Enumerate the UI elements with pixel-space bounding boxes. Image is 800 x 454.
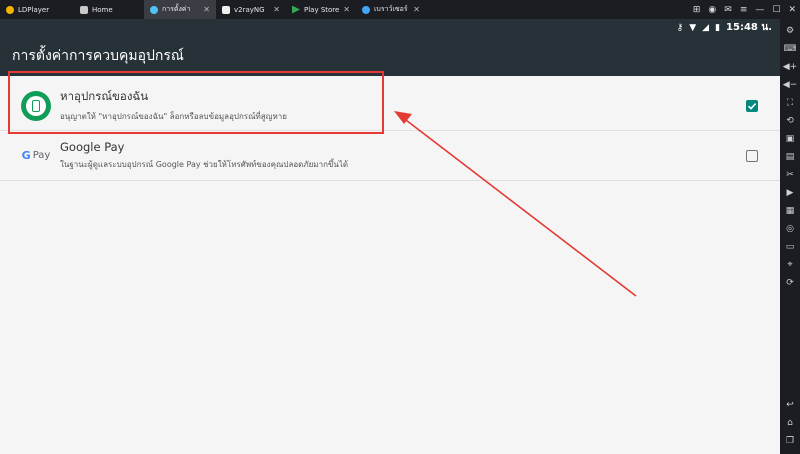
tab-label: เบราว์เซอร์ [374,5,408,13]
volume-up-icon[interactable]: ◀+ [780,58,800,76]
find-my-device-checkbox[interactable] [746,99,758,112]
window-controls: ⊞ ◉ ✉ ≡ — ☐ ✕ [693,0,796,19]
settings-icon[interactable]: ⚙ [780,22,800,40]
tab-label: v2rayNG [234,5,265,14]
rotate-icon[interactable]: ⟳ [780,274,800,292]
list-item-subtitle: อนุญาตให้ "หาอุปกรณ์ของฉัน" ล็อกหรือลบข้… [60,112,287,121]
android-status-bar: ⚷ ▼ ◢ ▮ 15:48 น. [0,19,780,36]
folder-icon[interactable]: ▭ [780,238,800,256]
list-item-title: Google Pay [60,140,125,154]
browser-globe-icon [362,5,370,14]
close-tab-icon[interactable]: ✕ [413,5,420,14]
pay-logo-text: Pay [32,150,51,161]
account-icon[interactable]: ◉ [708,5,716,15]
gamepad-icon[interactable]: ⊞ [693,5,701,15]
tab-bar: LDPlayer Home การตั้งค่า ✕ v2rayNG ✕ Pla… [0,0,800,19]
home-nav-icon[interactable]: ⌂ [780,414,800,432]
app-toolbar: การตั้งค่าการควบคุมอุปกรณ์ [0,36,780,76]
clock: 15:48 น. [726,22,772,33]
maximize-icon[interactable]: ☐ [772,5,780,15]
record-icon[interactable]: ▤ [780,148,800,166]
tab-play-store[interactable]: Play Store ✕ [286,0,356,19]
screenshot-icon[interactable]: ▦ [780,202,800,220]
vpn-key-icon: ⚷ [676,22,684,33]
find-my-device-icon [20,90,52,122]
tab-ldplayer[interactable]: LDPlayer [0,0,74,19]
sync-icon[interactable]: ⟲ [780,112,800,130]
ldplayer-logo-icon [6,5,14,14]
nav-buttons: ↩ ⌂ ❐ [780,396,800,450]
tab-browser[interactable]: เบราว์เซอร์ ✕ [356,0,426,19]
check-icon [747,102,757,110]
google-g-icon: G [21,149,31,162]
close-tab-icon[interactable]: ✕ [273,5,280,14]
video-icon[interactable]: ▶ [780,184,800,202]
battery-icon: ▮ [715,22,721,33]
apk-install-icon[interactable]: ▣ [780,130,800,148]
list-item-subtitle: ในฐานะผู้ดูแลระบบอุปกรณ์ Google Pay ช่วย… [60,160,349,169]
list-item-find-my-device[interactable]: หาอุปกรณ์ของฉัน อนุญาตให้ "หาอุปกรณ์ของฉ… [0,81,780,131]
scissors-icon[interactable]: ✂ [780,166,800,184]
home-icon [80,5,88,14]
play-store-icon [292,5,300,14]
list-item-google-pay[interactable]: G Pay Google Pay ในฐานะผู้ดูแลระบบอุปกรณ… [0,131,780,181]
minimize-icon[interactable]: — [755,5,764,15]
v2rayng-icon [222,5,230,14]
emulator-sidebar: ⚙ ⌨ ◀+ ◀− ⛶ ⟲ ▣ ▤ ✂ ▶ ▦ ◎ ▭ ⌖ ⟳ ↩ ⌂ ❐ [780,19,800,454]
device-admin-list: หาอุปกรณ์ของฉัน อนุญาตให้ "หาอุปกรณ์ของฉ… [0,76,780,454]
location-icon[interactable]: ⌖ [780,256,800,274]
close-tab-icon[interactable]: ✕ [343,5,350,14]
wifi-icon: ▼ [689,22,697,33]
recent-apps-icon[interactable]: ❐ [780,432,800,450]
google-pay-icon: G Pay [20,140,52,172]
signal-icon: ◢ [702,22,710,33]
keyboard-icon[interactable]: ⌨ [780,40,800,58]
volume-down-icon[interactable]: ◀− [780,76,800,94]
shake-icon[interactable]: ◎ [780,220,800,238]
tab-settings[interactable]: การตั้งค่า ✕ [144,0,216,19]
tab-label: LDPlayer [18,5,50,14]
page-title: การตั้งค่าการควบคุมอุปกรณ์ [12,48,184,64]
google-pay-checkbox[interactable] [746,149,758,162]
tab-label: Home [92,5,113,14]
emulator-window: LDPlayer Home การตั้งค่า ✕ v2rayNG ✕ Pla… [0,0,800,454]
back-icon[interactable]: ↩ [780,396,800,414]
fullscreen-icon[interactable]: ⛶ [780,94,800,112]
mail-icon[interactable]: ✉ [724,5,732,15]
settings-gear-icon [150,5,158,14]
tab-v2rayng[interactable]: v2rayNG ✕ [216,0,286,19]
tab-home[interactable]: Home [74,0,144,19]
list-item-title: หาอุปกรณ์ของฉัน [60,89,149,103]
close-tab-icon[interactable]: ✕ [203,5,210,14]
menu-icon[interactable]: ≡ [740,5,748,15]
tab-label: การตั้งค่า [162,5,191,13]
tab-label: Play Store [304,5,340,14]
close-window-icon[interactable]: ✕ [788,5,796,15]
